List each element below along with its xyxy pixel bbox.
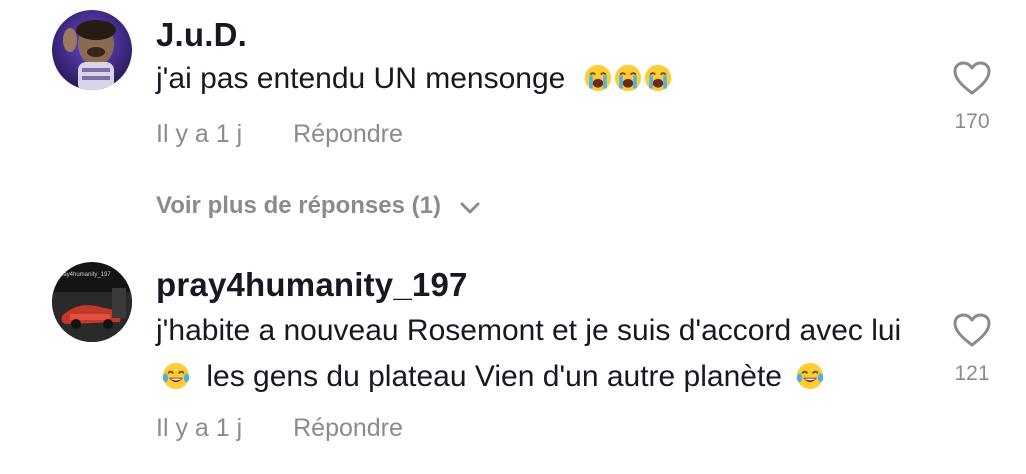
- comment-timestamp: Il y a 1 j: [156, 120, 243, 148]
- face-with-tears-of-joy-icon: [797, 362, 824, 390]
- avatar[interactable]: [52, 10, 132, 90]
- loudly-crying-face-icon: [644, 64, 671, 92]
- comment-text: les gens du plateau Vien d'un autre plan…: [206, 360, 782, 393]
- like-count: 121: [954, 362, 990, 385]
- chevron-down-icon: [460, 202, 480, 214]
- comment-meta: Il y a 1 j Répondre: [156, 120, 403, 149]
- avatar[interactable]: pray4humanity_197: [52, 262, 132, 342]
- loudly-crying-face-icon: [614, 64, 641, 92]
- heart-outline-icon: [953, 313, 991, 347]
- reply-button[interactable]: Répondre: [293, 120, 403, 149]
- heart-outline-icon: [953, 61, 991, 95]
- comment-text: j'habite a nouveau Rosemont et je suis d…: [156, 314, 902, 347]
- comment-timestamp: Il y a 1 j: [156, 414, 243, 442]
- like-button[interactable]: 121: [940, 312, 1004, 386]
- comment-username[interactable]: J.u.D.: [156, 16, 247, 54]
- reply-button[interactable]: Répondre: [293, 414, 403, 443]
- comment-username[interactable]: pray4humanity_197: [156, 266, 468, 304]
- comment-text-block: j'ai pas entendu UN mensonge: [156, 56, 916, 102]
- like-count: 170: [954, 110, 990, 133]
- loudly-crying-face-icon: [584, 64, 611, 92]
- comment-meta: Il y a 1 j Répondre: [156, 414, 403, 443]
- comment-text-block: j'habite a nouveau Rosemont et je suis d…: [156, 308, 916, 400]
- view-more-replies-label: Voir plus de réponses (1): [156, 192, 441, 219]
- avatar-overlay-text: pray4humanity_197: [58, 272, 111, 278]
- view-more-replies-button[interactable]: Voir plus de réponses (1): [156, 192, 480, 220]
- face-with-tears-of-joy-icon: [162, 362, 190, 390]
- comment-text: j'ai pas entendu UN mensonge: [156, 62, 566, 95]
- like-button[interactable]: 170: [940, 60, 1004, 134]
